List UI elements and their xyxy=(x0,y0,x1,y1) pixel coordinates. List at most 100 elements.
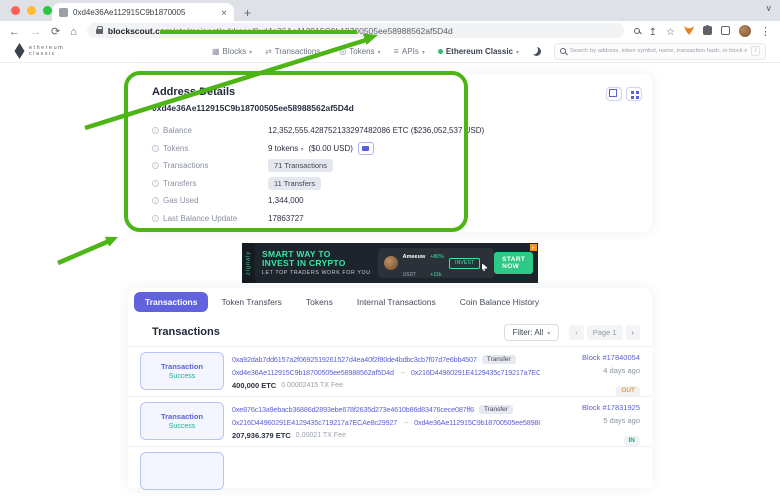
transfers-label: Transfers xyxy=(163,179,197,188)
transaction-fee: 0.00021 TX Fee xyxy=(296,432,346,439)
maximize-window-button[interactable] xyxy=(43,6,52,15)
browser-toolbar: blockscout.com/etc/mainnet/address/0xd4e… xyxy=(0,21,780,40)
cursor-icon xyxy=(481,263,488,272)
trader-asset: USDT xyxy=(403,272,417,278)
tokens-usd-value: ($0.00 USD) xyxy=(309,144,353,153)
close-window-button[interactable] xyxy=(11,6,20,15)
address-bar[interactable]: blockscout.com/etc/mainnet/address/0xd4e… xyxy=(87,23,624,38)
last-balance-update-row: Last Balance Update 17863727 xyxy=(152,210,628,228)
transactions-row: Transactions 71 Transactions xyxy=(152,157,628,175)
tab-tokens[interactable]: Tokens xyxy=(295,292,344,312)
filter-button[interactable]: Filter: All xyxy=(504,324,560,341)
tab-coin-balance-history[interactable]: Coin Balance History xyxy=(449,292,550,312)
copy-address-button[interactable] xyxy=(606,87,622,101)
transaction-amount: 400,000 ETC xyxy=(232,381,276,390)
to-address-link[interactable]: 0x216D44960291E4129435c719217a7ECAe8c299… xyxy=(411,368,540,377)
tab-transactions[interactable]: Transactions xyxy=(134,292,208,312)
url-path: /etc/mainnet/address/0xd4e36Ae112915C9b1… xyxy=(173,26,453,36)
next-page-button[interactable] xyxy=(626,325,641,340)
transaction-status: Success xyxy=(169,373,195,380)
qr-code-button[interactable] xyxy=(626,87,642,101)
transaction-details: 0xa92dab7dd6157a2f0692519261527d4ea40f2f… xyxy=(232,352,540,391)
ad-choices-icon[interactable] xyxy=(530,244,537,251)
block-link[interactable]: Block #17831925 xyxy=(548,403,640,416)
transaction-hash-link[interactable]: 0xa92dab7dd6157a2f0692519261527d4ea40f2f… xyxy=(232,355,477,364)
nav-blocks-label: Blocks xyxy=(223,47,247,56)
bookmark-star-icon[interactable] xyxy=(666,22,675,40)
address-hash: 0xd4e36Ae112915C9b18700505ee58988562af5D… xyxy=(152,103,628,113)
filter-label: Filter: All xyxy=(513,328,544,337)
trader-stat-1: +80% xyxy=(430,254,444,260)
network-name: Ethereum Classic xyxy=(446,47,513,56)
url-domain: blockscout.com xyxy=(108,26,173,36)
nav-blocks[interactable]: Blocks xyxy=(212,47,252,56)
ad-banner[interactable]: zignaly SMART WAY TO INVEST IN CRYPTO LE… xyxy=(242,243,538,283)
nav-apis-label: APIs xyxy=(402,47,419,56)
transaction-status-box xyxy=(140,452,224,490)
forward-button[interactable] xyxy=(30,22,41,40)
metamask-icon[interactable] xyxy=(684,26,694,35)
transaction-details: 0xe876c13a9ebacb36886d2893ebe678f2635d27… xyxy=(232,402,540,441)
chevron-down-icon xyxy=(300,144,303,153)
site-search[interactable]: / xyxy=(554,43,766,60)
tokens-label: Tokens xyxy=(163,144,188,153)
zoom-search-icon[interactable] xyxy=(634,28,640,34)
network-selector[interactable]: Ethereum Classic xyxy=(438,47,519,56)
nav-apis[interactable]: APIs xyxy=(394,46,425,56)
wallet-button[interactable] xyxy=(358,142,374,155)
new-tab-button[interactable] xyxy=(244,4,251,22)
card-actions xyxy=(606,87,642,101)
tab-token-transfers[interactable]: Token Transfers xyxy=(210,292,292,312)
apis-icon xyxy=(394,46,399,56)
tab-close-icon[interactable] xyxy=(221,3,227,21)
search-input[interactable] xyxy=(570,48,747,54)
chevron-down-icon xyxy=(422,47,425,56)
dark-mode-toggle-icon[interactable] xyxy=(532,47,541,56)
home-button[interactable] xyxy=(70,22,77,40)
profile-square-icon[interactable] xyxy=(721,26,730,35)
info-icon xyxy=(152,215,159,222)
transaction-fee: 0.00002415 TX Fee xyxy=(281,382,343,389)
transaction-hash-link[interactable]: 0xe876c13a9ebacb36886d2893ebe678f2635d27… xyxy=(232,405,474,414)
tokens-dropdown[interactable]: 9 tokens xyxy=(268,144,304,153)
invest-button[interactable]: INVEST xyxy=(449,258,480,269)
from-address-link[interactable]: 0x216D44960291E4129435c719217a7ECAe8c299… xyxy=(232,418,397,427)
browser-menu-icon[interactable] xyxy=(760,22,771,40)
transactions-card: Transactions Token Transfers Tokens Inte… xyxy=(128,288,652,488)
nav-transactions-label: Transactions xyxy=(275,47,321,56)
balance-value: 12,352,555.428752133297482086 ETC ($236,… xyxy=(268,126,484,135)
transaction-meta: Block #17831925 5 days ago IN xyxy=(548,402,640,441)
browser-avatar[interactable] xyxy=(739,25,751,37)
trader-avatar xyxy=(384,256,398,270)
pagination: Page 1 xyxy=(569,325,640,340)
nav-transactions[interactable]: Transactions xyxy=(265,47,326,56)
refresh-button[interactable] xyxy=(51,22,60,40)
tab-internal-transactions[interactable]: Internal Transactions xyxy=(346,292,447,312)
from-address-link[interactable]: 0xd4e36Ae112915C9b18700505ee58988562af5D… xyxy=(232,368,394,377)
prev-page-button[interactable] xyxy=(569,325,584,340)
browser-tab[interactable]: 0xd4e36Ae112915C9b1870005 xyxy=(52,3,234,21)
minimize-window-button[interactable] xyxy=(27,6,36,15)
extensions-puzzle-icon[interactable] xyxy=(703,26,712,35)
nav-tokens[interactable]: Tokens xyxy=(339,47,380,56)
block-link[interactable]: Block #17840054 xyxy=(548,353,640,366)
share-icon[interactable] xyxy=(649,22,657,40)
detail-rows: Balance 12,352,555.428752133297482086 ET… xyxy=(152,122,628,227)
to-address-link[interactable]: 0xd4e36Ae112915C9b18700505ee58988562af5D… xyxy=(414,418,540,427)
qr-code-icon xyxy=(631,91,634,94)
ad-trader-panel: Ameeuw USDT +80% +11k INVEST xyxy=(378,248,494,278)
start-now-button[interactable]: START NOW xyxy=(494,252,533,274)
tab-title: 0xd4e36Ae112915C9b1870005 xyxy=(73,8,216,17)
transaction-status: Success xyxy=(169,423,195,430)
site-header: ethereum classic Blocks Transactions Tok… xyxy=(0,40,780,63)
transfer-badge: Transfer xyxy=(479,405,513,414)
browser-tab-strip: 0xd4e36Ae112915C9b1870005 xyxy=(0,0,780,21)
window-chevron-icon[interactable] xyxy=(765,3,772,14)
transaction-status-box: Transaction Success xyxy=(140,402,224,440)
back-button[interactable] xyxy=(9,22,20,40)
lock-icon[interactable] xyxy=(96,29,103,34)
logo-text: ethereum classic xyxy=(29,45,64,57)
tokens-icon xyxy=(339,47,346,56)
site-logo[interactable]: ethereum classic xyxy=(14,43,64,59)
chevron-down-icon xyxy=(323,47,326,56)
